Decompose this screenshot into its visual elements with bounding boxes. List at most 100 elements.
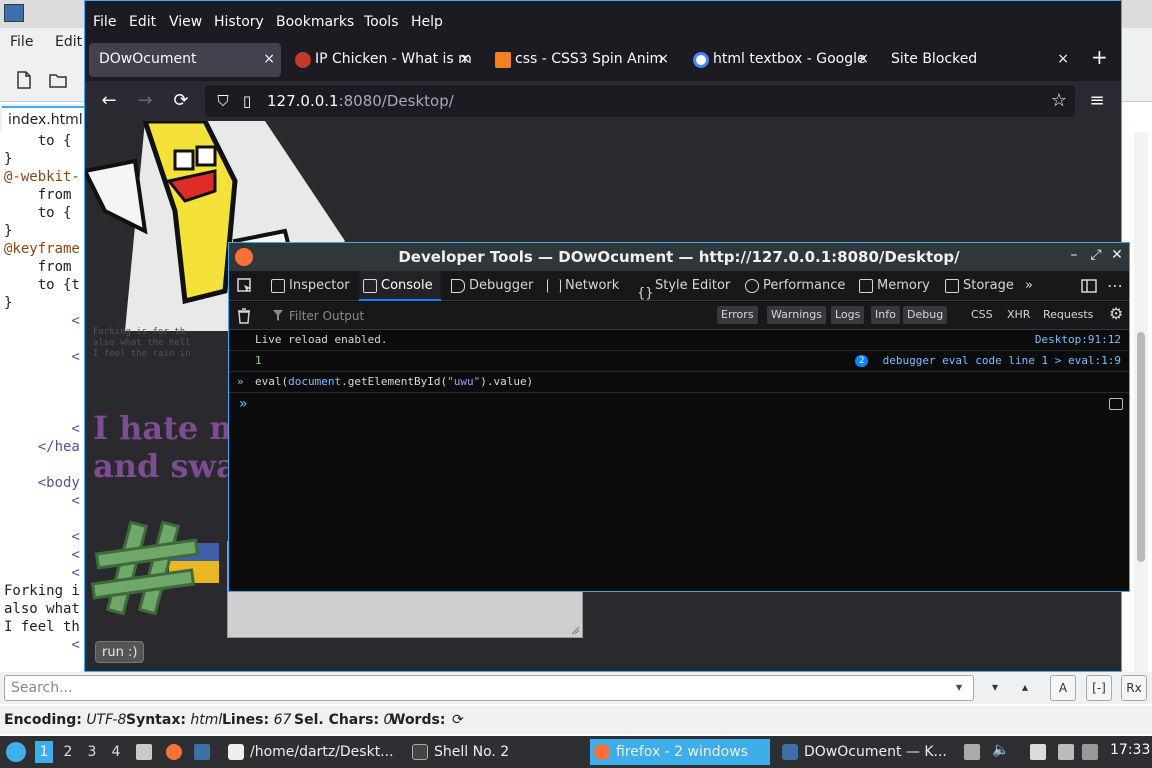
editor-menu-edit[interactable]: Edit <box>55 34 82 50</box>
tab-inspector[interactable]: Inspector <box>267 271 350 301</box>
search-next-icon[interactable]: ▾ <box>982 675 1008 701</box>
editor-menu-file[interactable]: File <box>10 34 33 50</box>
tab-network[interactable]: Network <box>543 271 619 301</box>
filter-requests-button[interactable]: Requests <box>1039 306 1097 324</box>
console-settings-gear-icon[interactable]: ⚙ <box>1109 304 1123 323</box>
syntax-status[interactable]: Syntax: html <box>126 712 222 728</box>
more-tools-icon[interactable]: » <box>1021 271 1033 301</box>
desktop-1-button[interactable]: 1 <box>35 741 53 763</box>
forward-arrow-icon[interactable]: → <box>133 89 157 113</box>
code-line: < <box>4 565 80 581</box>
firefox-launcher-icon[interactable] <box>166 744 182 760</box>
desktop-launcher-icon[interactable] <box>194 744 210 760</box>
tab-site-blocked[interactable]: Site Blocked × <box>883 43 1075 77</box>
reload-icon[interactable]: ⟳ <box>169 89 193 113</box>
url-text[interactable]: 127.0.0.1:8080/Desktop/ <box>267 92 454 110</box>
task-firefox[interactable]: firefox - 2 windows <box>590 739 770 765</box>
whole-words-button[interactable]: [-] <box>1086 675 1112 701</box>
message-source-link[interactable]: debugger eval code line 1 > eval:1:9 <box>883 351 1121 371</box>
kate-app-icon <box>4 4 24 22</box>
url-bar[interactable]: ⛉ ▯ 127.0.0.1:8080/Desktop/ <box>205 85 1075 117</box>
search-history-dropdown-icon[interactable]: ▾ <box>956 680 962 694</box>
task-dowocument[interactable]: DOwOcument — K... <box>778 739 954 765</box>
clipboard-tray-icon[interactable] <box>964 744 980 760</box>
filter-errors-button[interactable]: Errors <box>717 306 758 324</box>
minimize-icon[interactable]: – <box>1065 247 1083 263</box>
regex-button[interactable]: Rx <box>1121 675 1147 701</box>
bookmark-star-icon[interactable]: ☆ <box>1047 89 1071 113</box>
desktop-2-button[interactable]: 2 <box>59 741 77 763</box>
close-icon[interactable]: × <box>657 51 669 67</box>
ff-menu-bookmarks[interactable]: Bookmarks <box>276 14 354 30</box>
editor-scroll-thumb[interactable] <box>1137 332 1145 562</box>
close-window-icon[interactable]: ✕ <box>1108 247 1126 263</box>
app-launcher-icon[interactable] <box>6 742 26 762</box>
tab-dowocument[interactable]: DOwOcument × <box>89 43 281 77</box>
search-prev-icon[interactable]: ▴ <box>1012 675 1038 701</box>
code-area[interactable]: to {} @-webkit- from to {} @keyframe from … <box>0 132 90 672</box>
close-icon[interactable]: × <box>459 51 471 67</box>
network-tray-icon[interactable] <box>1058 744 1074 760</box>
search-input[interactable] <box>4 675 974 701</box>
dock-toggle-icon[interactable] <box>1081 278 1097 294</box>
tab-console[interactable]: Console <box>359 271 441 301</box>
ff-menu-history[interactable]: History <box>214 14 264 30</box>
editor-searchbar: ▾ ▾ ▴ A [-] Rx <box>0 672 1152 704</box>
run-button[interactable]: run :) <box>95 641 145 663</box>
new-tab-icon[interactable]: + <box>1091 45 1108 69</box>
close-icon[interactable]: × <box>1057 51 1069 67</box>
filter-css-button[interactable]: CSS <box>967 306 997 324</box>
selchars-status: Sel. Chars: 0 <box>294 712 393 728</box>
tab-debugger[interactable]: Debugger <box>447 271 533 301</box>
match-case-button[interactable]: A <box>1050 675 1076 701</box>
element-picker-icon[interactable] <box>237 278 253 294</box>
ff-menu-tools[interactable]: Tools <box>364 14 399 30</box>
desktop-3-button[interactable]: 3 <box>83 741 101 763</box>
open-folder-icon[interactable] <box>48 70 68 90</box>
console-input[interactable]: » <box>229 392 1129 592</box>
tab-css-spin[interactable]: css - CSS3 Spin Anim × <box>489 43 675 77</box>
ff-menu-file[interactable]: File <box>93 14 116 30</box>
page-info-icon[interactable]: ▯ <box>235 89 259 113</box>
trash-icon[interactable] <box>237 308 251 324</box>
ff-menu-view[interactable]: View <box>169 14 202 30</box>
editor-tab-index-html[interactable]: index.html <box>2 106 89 132</box>
clock[interactable]: 17:33 <box>1110 742 1150 758</box>
tab-style-editor[interactable]: {} Style Editor <box>633 271 730 301</box>
back-arrow-icon[interactable]: ← <box>97 89 121 113</box>
tab-html-textbox[interactable]: html textbox - Google × <box>687 43 875 77</box>
notes-tray-icon[interactable] <box>1030 744 1046 760</box>
close-icon[interactable]: × <box>857 51 869 67</box>
close-icon[interactable]: × <box>263 51 275 67</box>
new-file-icon[interactable] <box>14 70 34 90</box>
desktop-4-button[interactable]: 4 <box>107 741 125 763</box>
battery-tray-icon[interactable] <box>1082 744 1098 760</box>
ff-menu-help[interactable]: Help <box>411 14 443 30</box>
editor-scrollbar[interactable] <box>1134 132 1148 672</box>
filter-info-button[interactable]: Info <box>871 306 900 324</box>
refresh-icon[interactable]: ⟳ <box>452 712 464 728</box>
volume-tray-icon[interactable]: 🔈 <box>992 742 1009 758</box>
resize-grip-icon[interactable] <box>570 625 580 635</box>
hamburger-menu-icon[interactable]: ≡ <box>1085 89 1109 113</box>
tab-ip-chicken[interactable]: IP Chicken - What is m × <box>289 43 477 77</box>
filter-logs-button[interactable]: Logs <box>831 306 865 324</box>
message-source-link[interactable]: Desktop:91:12 <box>1035 330 1121 350</box>
tab-memory[interactable]: Memory <box>855 271 930 301</box>
sidebar-toggle-icon[interactable] <box>1109 398 1123 410</box>
task-kate-file[interactable]: /home/dartz/Deskt... <box>224 739 404 765</box>
tab-performance[interactable]: Performance <box>741 271 845 301</box>
maximize-icon[interactable]: ⤢ <box>1087 247 1105 263</box>
ff-menu-edit[interactable]: Edit <box>129 14 156 30</box>
filter-xhr-button[interactable]: XHR <box>1003 306 1034 324</box>
tab-storage[interactable]: Storage <box>941 271 1014 301</box>
devtools-menu-icon[interactable]: ⋯ <box>1103 271 1123 301</box>
devtools-toolbar: Inspector Console Debugger Network {} Sty… <box>229 271 1129 301</box>
filter-output-input[interactable] <box>281 306 721 326</box>
file-manager-launcher-icon[interactable] <box>136 744 152 760</box>
filter-debug-button[interactable]: Debug <box>903 306 948 324</box>
encoding-status[interactable]: Encoding: UTF-8 <box>4 712 126 728</box>
shield-icon[interactable]: ⛉ <box>211 89 235 113</box>
filter-warnings-button[interactable]: Warnings <box>767 306 826 324</box>
task-shell[interactable]: Shell No. 2 <box>408 739 584 765</box>
